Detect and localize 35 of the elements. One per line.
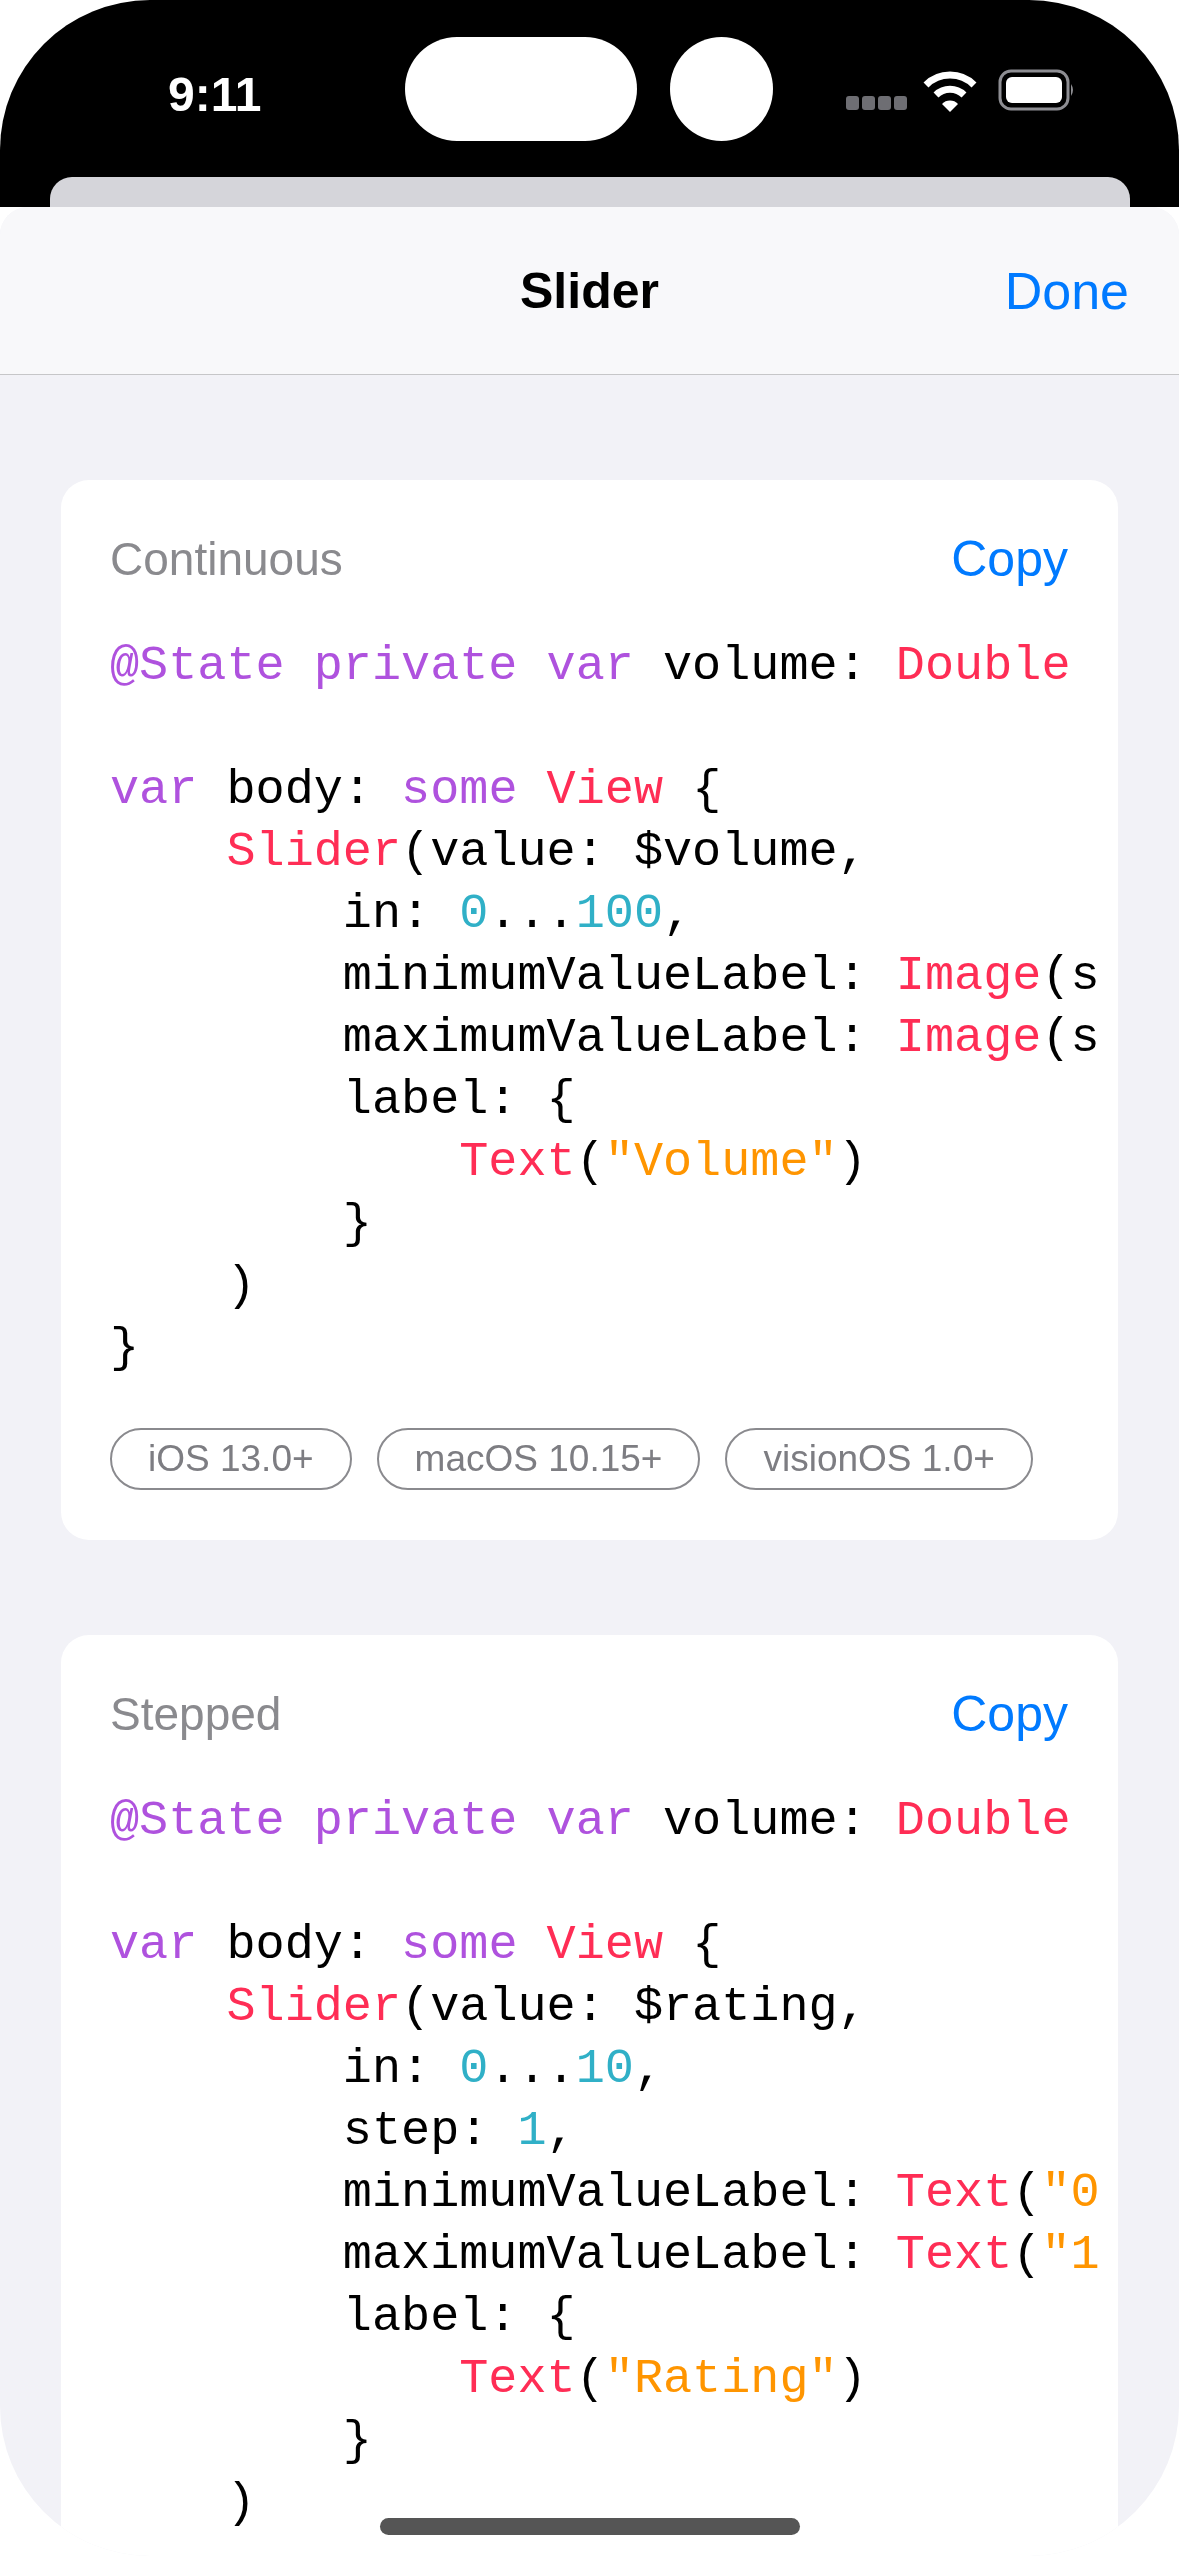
platform-badge: macOS 10.15+ [376, 1428, 701, 1490]
wifi-icon [922, 71, 978, 113]
code-line: step: 1, [341, 2103, 576, 2161]
card-title: Stepped [110, 1687, 282, 1741]
code-line: } [341, 1196, 372, 1254]
code-line: var body: some View { [110, 762, 722, 820]
copy-button[interactable]: Copy [951, 530, 1068, 588]
code-line: label: { [341, 2289, 576, 2347]
sheet-title: Slider [520, 261, 659, 320]
signal-icon [846, 96, 908, 110]
platform-badge: visionOS 1.0+ [725, 1428, 1033, 1490]
code-line: in: 0...10, [341, 2041, 664, 2099]
copy-button[interactable]: Copy [951, 1685, 1068, 1743]
code-line: Slider(value: $volume, [225, 824, 867, 882]
card-title: Continuous [110, 532, 343, 586]
code-line: var body: some View { [110, 1917, 722, 1975]
code-line: minimumValueLabel: Text("0 [341, 2165, 1100, 2223]
code-line: } [110, 1320, 140, 1378]
status-time: 9:11 [168, 67, 262, 122]
code-line: Text("Volume") [458, 1134, 867, 1192]
code-line: in: 0...100, [341, 886, 693, 944]
code-line: @State private var volume: Double [110, 638, 1071, 696]
code-line: Text("Rating") [458, 2351, 867, 2409]
battery-icon [998, 69, 1076, 111]
code-line: label: { [341, 1072, 576, 1130]
code-line: maximumValueLabel: Text("1 [341, 2227, 1100, 2285]
done-button[interactable]: Done [1004, 260, 1129, 321]
code-line: } [341, 2413, 372, 2471]
code-line: ) [225, 2475, 256, 2533]
code-line: ) [225, 1258, 256, 1316]
code-line: @State private var volume: Double [110, 1793, 1071, 1851]
code-line: maximumValueLabel: Image(s [341, 1010, 1100, 1068]
code-line: Slider(value: $rating, [225, 1979, 867, 2037]
code-line: minimumValueLabel: Image(s [341, 948, 1100, 1006]
platform-badge: iOS 13.0+ [110, 1428, 352, 1490]
